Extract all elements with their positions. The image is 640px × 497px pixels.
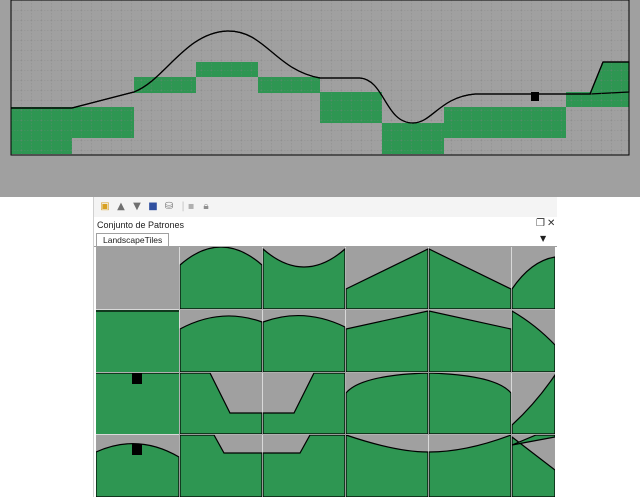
new-tile-icon[interactable]: ▣ bbox=[98, 199, 112, 213]
tab-landscape-tiles[interactable]: LandscapeTiles bbox=[96, 233, 170, 246]
tab-bar: LandscapeTiles bbox=[94, 233, 557, 247]
marker-square[interactable] bbox=[531, 92, 539, 101]
up-arrow-icon[interactable]: ▲ bbox=[114, 199, 128, 213]
map-editor-canvas[interactable] bbox=[0, 0, 640, 197]
database-icon[interactable]: ⛁ bbox=[162, 199, 176, 213]
tile-r2c2[interactable] bbox=[179, 315, 263, 373]
tile-palette-panel: ▣ ▲ ▼ ■ ⛁ | ▪ 🔒︎ Conjunto de Patrones ❐ … bbox=[93, 197, 557, 497]
palette-title: Conjunto de Patrones bbox=[97, 220, 185, 230]
tile-r1c2[interactable] bbox=[179, 247, 263, 310]
tile-r4c1[interactable] bbox=[96, 443, 180, 497]
triangle-down-icon[interactable]: ▼ bbox=[540, 234, 546, 243]
tile-r2c3[interactable] bbox=[262, 315, 346, 373]
tile-grid bbox=[96, 247, 555, 497]
tile-r2c1[interactable] bbox=[96, 310, 179, 372]
square-icon[interactable]: ▪ bbox=[184, 199, 198, 213]
palette-toolbar: ▣ ▲ ▼ ■ ⛁ | ▪ 🔒︎ bbox=[94, 197, 557, 217]
restore-icon[interactable]: ❐ bbox=[536, 218, 545, 229]
save-icon[interactable]: ■ bbox=[146, 199, 160, 213]
down-arrow-icon[interactable]: ▼ bbox=[130, 199, 144, 213]
close-icon[interactable]: ✕ bbox=[547, 218, 555, 229]
tile-r1c1[interactable] bbox=[96, 247, 179, 309]
tile-r3c1[interactable] bbox=[96, 372, 179, 434]
lock-icon[interactable]: 🔒︎ bbox=[199, 199, 213, 213]
